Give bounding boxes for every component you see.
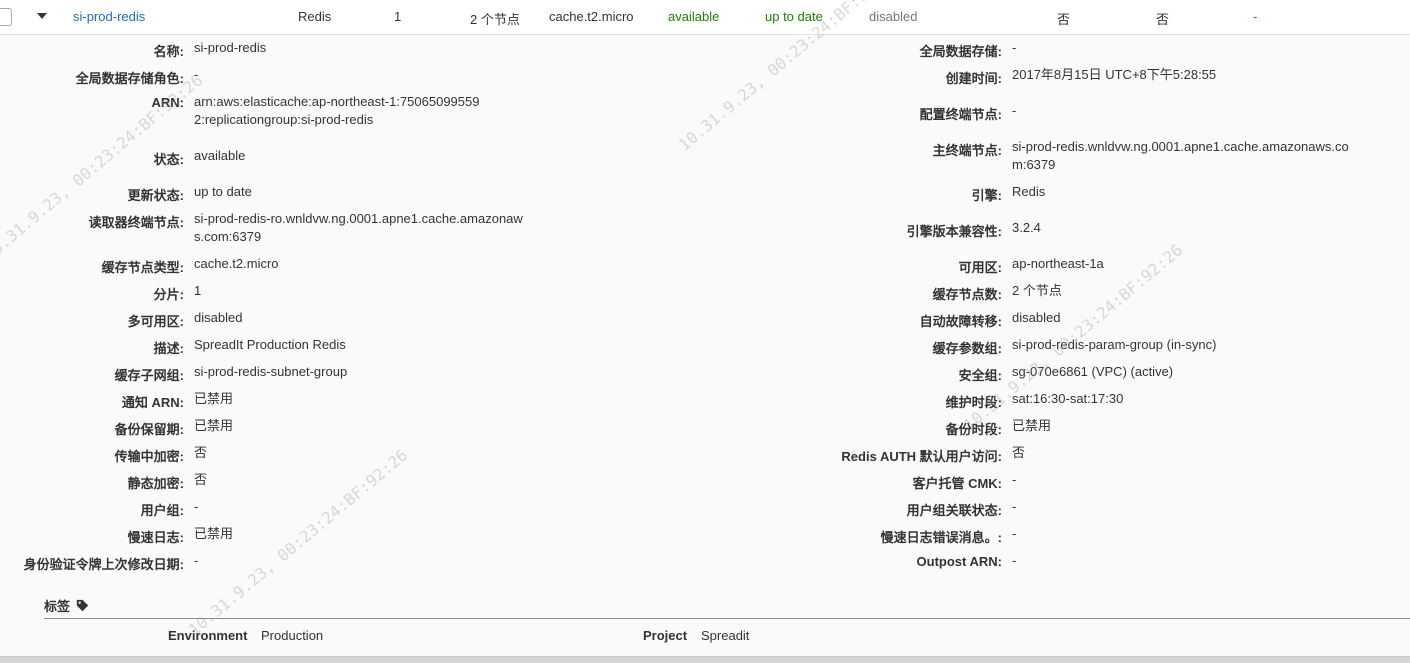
detail-value: - bbox=[1012, 103, 1017, 118]
detail-value: - bbox=[1012, 472, 1017, 487]
detail-value: - bbox=[1012, 553, 1017, 568]
detail-value: up to date bbox=[194, 184, 252, 199]
tag-icon bbox=[76, 599, 89, 612]
tags-title: 标签 bbox=[44, 599, 71, 614]
detail-label: 备份时段: bbox=[945, 422, 1002, 437]
detail-label: 自动故障转移: bbox=[919, 314, 1002, 329]
nodes-cell: 2 个节点 bbox=[470, 12, 520, 27]
detail-label: 读取器终端节点: bbox=[88, 215, 184, 230]
detail-label: 多可用区: bbox=[127, 314, 184, 329]
detail-label: 引擎版本兼容性: bbox=[906, 224, 1002, 239]
detail-value: - bbox=[194, 499, 199, 514]
tag-key: Project bbox=[643, 628, 688, 643]
detail-value: 已禁用 bbox=[1012, 418, 1052, 433]
detail-label: 引擎: bbox=[971, 188, 1002, 203]
detail-value: 1 bbox=[194, 283, 202, 298]
detail-label: 描述: bbox=[153, 341, 184, 356]
encryption-at-rest-cell: 否 bbox=[1156, 12, 1170, 27]
cluster-table-row[interactable]: si-prod-redis Redis 1 2 个节点 cache.t2.mic… bbox=[0, 0, 1410, 35]
detail-value: 已禁用 bbox=[194, 526, 234, 541]
detail-value: disabled bbox=[1012, 310, 1061, 325]
detail-label: 可用区: bbox=[958, 260, 1002, 275]
detail-value: 已禁用 bbox=[194, 391, 234, 406]
detail-label: 全局数据存储: bbox=[919, 44, 1002, 59]
detail-value: - bbox=[1012, 40, 1017, 55]
detail-label: 通知 ARN: bbox=[121, 395, 184, 410]
row-select-checkbox[interactable] bbox=[0, 8, 12, 26]
detail-label: 配置终端节点: bbox=[919, 107, 1002, 122]
last-column-cell: - bbox=[1253, 9, 1258, 24]
detail-value: SpreadIt Production Redis bbox=[194, 337, 346, 352]
node-type-cell: cache.t2.micro bbox=[549, 9, 634, 24]
detail-value: arn:aws:elasticache:ap-northeast-1:75065… bbox=[194, 94, 480, 127]
detail-label: 分片: bbox=[153, 287, 184, 302]
detail-label: Outpost ARN: bbox=[916, 554, 1002, 569]
detail-label: 用户组关联状态: bbox=[906, 503, 1002, 518]
tag-key: Environment bbox=[168, 628, 248, 643]
detail-label: 维护时段: bbox=[945, 395, 1002, 410]
caret-down-icon[interactable] bbox=[37, 13, 47, 19]
horizontal-scrollbar[interactable] bbox=[0, 656, 1410, 663]
detail-value: ap-northeast-1a bbox=[1012, 256, 1104, 271]
detail-label: 身份验证令牌上次修改日期: bbox=[23, 557, 184, 572]
detail-value: 3.2.4 bbox=[1012, 220, 1041, 235]
detail-value: si-prod-redis-subnet-group bbox=[194, 364, 348, 379]
detail-value: - bbox=[1012, 499, 1017, 514]
detail-label: 缓存参数组: bbox=[932, 341, 1002, 356]
detail-label: 慢速日志: bbox=[127, 530, 184, 545]
detail-label: 缓存节点数: bbox=[932, 287, 1002, 302]
encryption-in-transit-cell: 否 bbox=[1057, 12, 1071, 27]
detail-label: 备份保留期: bbox=[114, 422, 184, 437]
detail-label: 创建时间: bbox=[945, 71, 1002, 86]
detail-label: 缓存子网组: bbox=[114, 368, 184, 383]
detail-value: sg-070e6861 (VPC) (active) bbox=[1012, 364, 1174, 379]
detail-value: 已禁用 bbox=[194, 418, 234, 433]
detail-value: Redis bbox=[1012, 184, 1046, 199]
detail-label: 主终端节点: bbox=[932, 143, 1002, 158]
detail-label: 缓存节点类型: bbox=[101, 260, 184, 275]
detail-value: 否 bbox=[194, 445, 208, 460]
detail-value: si-prod-redis bbox=[194, 40, 267, 55]
detail-value: - bbox=[194, 67, 199, 82]
update-status-cell: up to date bbox=[765, 9, 823, 24]
detail-label: 名称: bbox=[153, 44, 184, 59]
detail-label: 静态加密: bbox=[127, 476, 184, 491]
multi-az-cell: disabled bbox=[869, 9, 918, 24]
detail-value: 2017年8月15日 UTC+8下午5:28:55 bbox=[1012, 67, 1217, 82]
tags-section-header: 标签 bbox=[44, 596, 89, 615]
detail-value: cache.t2.micro bbox=[194, 256, 279, 271]
detail-value: disabled bbox=[194, 310, 243, 325]
tags-divider bbox=[44, 618, 1410, 619]
detail-label: Redis AUTH 默认用户访问: bbox=[841, 449, 1002, 464]
detail-value: available bbox=[194, 148, 246, 163]
detail-label: 更新状态: bbox=[127, 188, 184, 203]
elasticache-detail-page: si-prod-redis Redis 1 2 个节点 cache.t2.mic… bbox=[0, 0, 1410, 663]
detail-label: 慢速日志错误消息。: bbox=[880, 530, 1002, 545]
detail-value: - bbox=[194, 553, 199, 568]
detail-value: sat:16:30-sat:17:30 bbox=[1012, 391, 1124, 406]
detail-value: 否 bbox=[1012, 445, 1026, 460]
detail-value: - bbox=[1012, 526, 1017, 541]
detail-label: 客户托管 CMK: bbox=[912, 476, 1002, 491]
detail-label: ARN: bbox=[151, 95, 185, 110]
detail-value: 2 个节点 bbox=[1012, 283, 1062, 298]
status-cell: available bbox=[668, 9, 720, 24]
tag-value: Production bbox=[261, 628, 324, 643]
detail-value: si-prod-redis.wnldvw.ng.0001.apne1.cache… bbox=[1012, 139, 1349, 172]
tag-value: Spreadit bbox=[701, 628, 750, 643]
detail-value: 否 bbox=[194, 472, 208, 487]
engine-cell: Redis bbox=[298, 9, 332, 24]
detail-value: si-prod-redis-param-group (in-sync) bbox=[1012, 337, 1217, 352]
detail-label: 状态: bbox=[153, 152, 184, 167]
detail-label: 全局数据存储角色: bbox=[75, 71, 184, 86]
detail-label: 安全组: bbox=[958, 368, 1002, 383]
detail-label: 传输中加密: bbox=[114, 449, 184, 464]
cluster-name-link[interactable]: si-prod-redis bbox=[73, 9, 145, 24]
detail-label: 用户组: bbox=[140, 503, 184, 518]
detail-value: si-prod-redis-ro.wnldvw.ng.0001.apne1.ca… bbox=[194, 211, 523, 244]
cluster-details-panel: 名称: si-prod-redis 全局数据存储角色: - ARN: arn:a… bbox=[0, 34, 1410, 594]
shards-cell: 1 bbox=[394, 9, 402, 24]
